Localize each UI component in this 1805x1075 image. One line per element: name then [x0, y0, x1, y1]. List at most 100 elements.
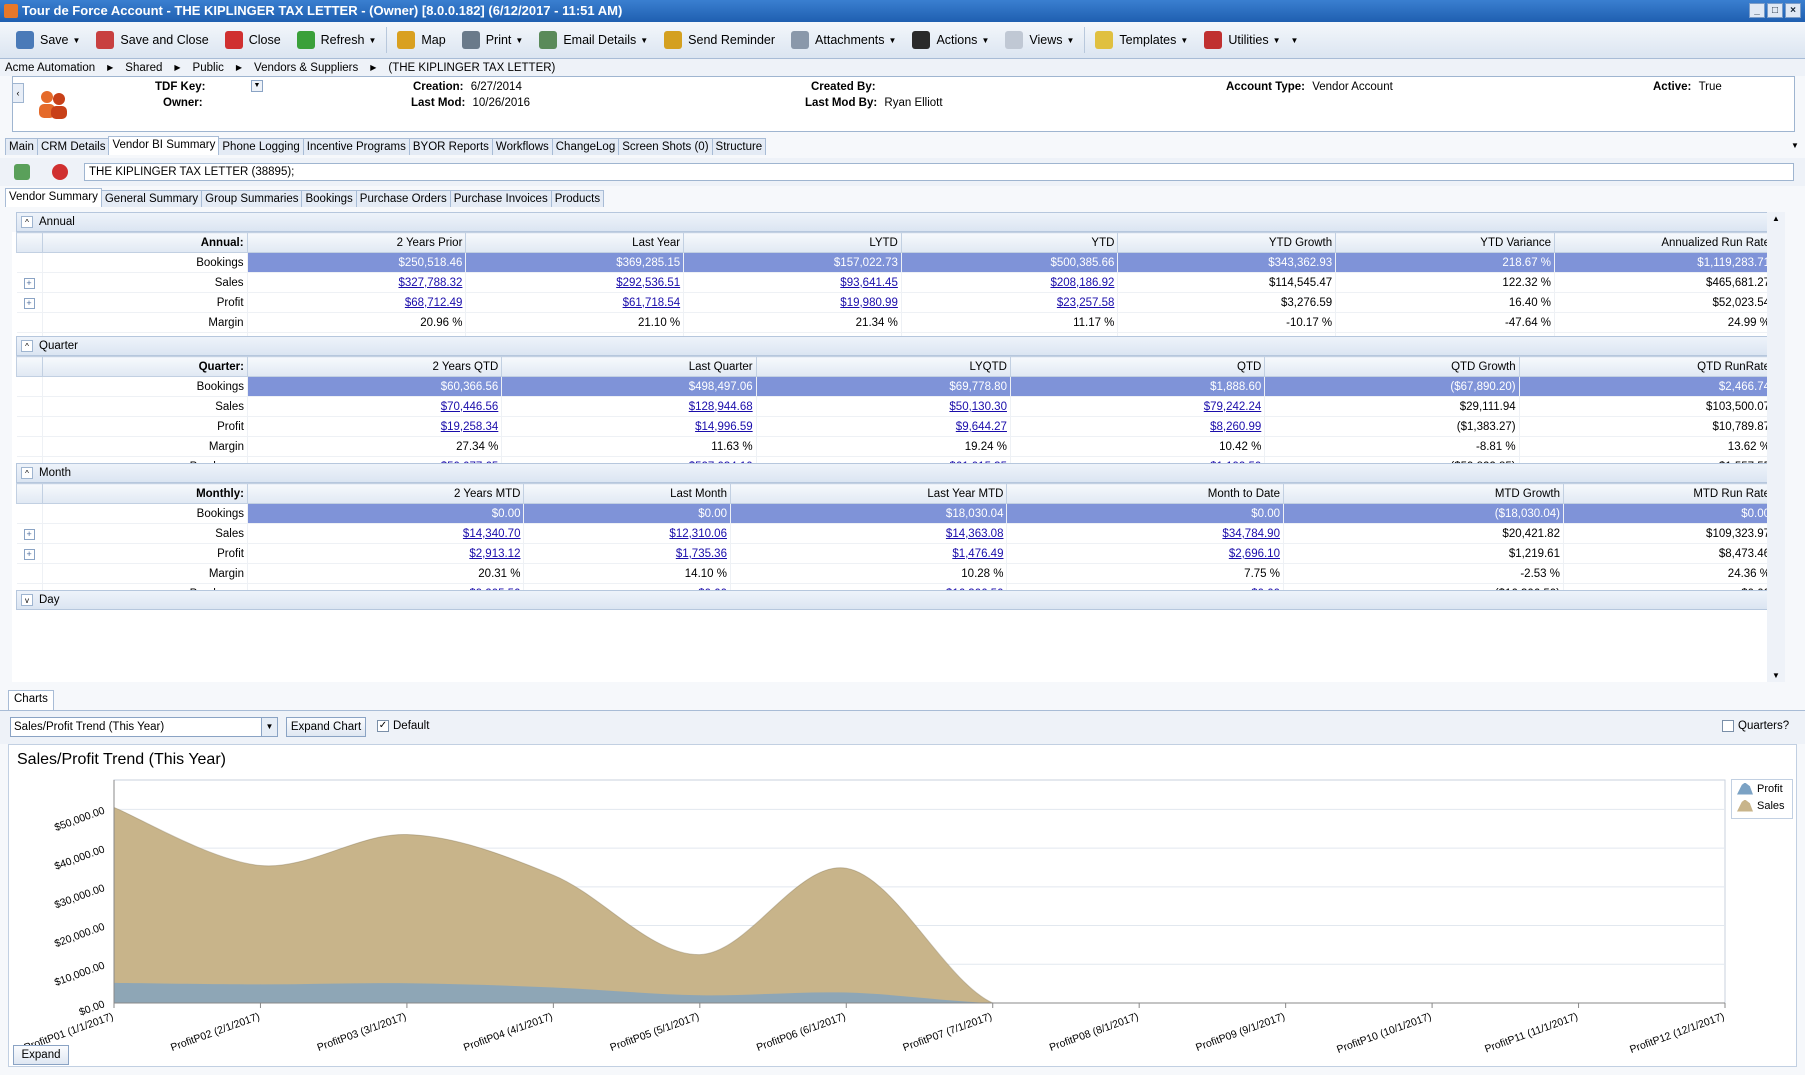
- maximize-button[interactable]: □: [1767, 3, 1783, 18]
- table-cell[interactable]: $2,913.12: [247, 543, 525, 564]
- month-group-header[interactable]: ^ Month: [16, 463, 1774, 483]
- annual-column-header[interactable]: YTD Growth: [1117, 232, 1337, 253]
- table-cell[interactable]: $93,641.45: [683, 272, 902, 293]
- plus-icon[interactable]: +: [23, 297, 35, 309]
- charts-tab[interactable]: Charts: [8, 690, 54, 710]
- chevron-down-icon[interactable]: ▼: [640, 36, 648, 45]
- value-link[interactable]: $93,641.45: [840, 277, 898, 289]
- utilities-button[interactable]: Utilities ▼: [1196, 25, 1288, 55]
- quarters-checkbox[interactable]: Quarters?: [1722, 720, 1789, 732]
- actions-button[interactable]: Actions ▼: [904, 25, 997, 55]
- value-link[interactable]: $2,696.10: [1229, 548, 1280, 560]
- chevron-down-icon[interactable]: ▼: [73, 36, 81, 45]
- subtab-vendor-summary[interactable]: Vendor Summary: [5, 188, 102, 207]
- tab-byor-reports[interactable]: BYOR Reports: [408, 138, 493, 155]
- value-link[interactable]: $327,788.32: [398, 277, 462, 289]
- print-button[interactable]: Print ▼: [454, 25, 532, 55]
- minimize-button[interactable]: _: [1749, 3, 1765, 18]
- clear-icon[interactable]: [52, 164, 68, 180]
- chevron-down-icon[interactable]: ▼: [515, 36, 523, 45]
- attachments-button[interactable]: Attachments ▼: [783, 25, 904, 55]
- table-cell[interactable]: $19,980.99: [683, 292, 902, 313]
- chevron-down-icon[interactable]: ▼: [981, 36, 989, 45]
- value-link[interactable]: $128,944.68: [689, 401, 753, 413]
- value-link[interactable]: $68,712.49: [405, 297, 463, 309]
- close-window-button[interactable]: ×: [1785, 3, 1801, 18]
- chevron-down-icon[interactable]: ▼: [1066, 36, 1074, 45]
- expand-icon[interactable]: v: [21, 594, 33, 606]
- table-row[interactable]: Margin 20.31 % 14.10 % 10.28 % 7.75 % -2.53 %…: [16, 563, 1775, 584]
- table-cell[interactable]: $14,340.70: [247, 523, 525, 544]
- quarter-group-header[interactable]: ^ Quarter: [16, 336, 1774, 356]
- subtab-group-summaries[interactable]: Group Summaries: [201, 190, 303, 207]
- quarter-column-header[interactable]: QTD Growth: [1264, 356, 1520, 377]
- table-cell[interactable]: $1,735.36: [523, 543, 731, 564]
- table-cell[interactable]: $50,130.30: [756, 396, 1011, 417]
- table-cell[interactable]: $2,696.10: [1006, 543, 1284, 564]
- value-link[interactable]: $70,446.56: [441, 401, 499, 413]
- value-link[interactable]: $208,186.92: [1050, 277, 1114, 289]
- value-link[interactable]: $2,913.12: [469, 548, 520, 560]
- tab-main[interactable]: Main: [5, 138, 38, 155]
- month-column-header[interactable]: MTD Run Rate: [1562, 483, 1775, 504]
- map-button[interactable]: Map: [389, 25, 453, 55]
- row-expander[interactable]: +: [16, 523, 43, 544]
- table-row[interactable]: + Profit $2,913.12 $1,735.36 $1,476.49 $2,696…: [16, 543, 1775, 564]
- tabs-overflow-button[interactable]: ▼: [1788, 139, 1802, 153]
- table-row[interactable]: + Sales $327,788.32 $292,536.51 $93,641.45 $2…: [16, 272, 1774, 293]
- table-row[interactable]: Sales $70,446.56 $128,944.68 $50,130.30 $79,…: [16, 396, 1775, 417]
- collapse-icon[interactable]: ^: [21, 216, 33, 228]
- subtab-purchase-invoices[interactable]: Purchase Invoices: [449, 190, 552, 207]
- chevron-down-icon[interactable]: ▼: [261, 718, 277, 736]
- chevron-down-icon[interactable]: ▼: [368, 36, 376, 45]
- annual-group-header[interactable]: ^ Annual: [16, 212, 1774, 232]
- subtab-products[interactable]: Products: [550, 190, 605, 207]
- tab-structure[interactable]: Structure: [711, 138, 767, 155]
- annual-column-header[interactable]: 2 Years Prior: [246, 232, 467, 253]
- table-row[interactable]: + Sales $14,340.70 $12,310.06 $14,363.08 $34,…: [16, 523, 1775, 544]
- table-row[interactable]: Bookings $250,518.46 $369,285.15 $157,022.7…: [16, 252, 1774, 273]
- quarter-column-header[interactable]: 2 Years QTD: [246, 356, 503, 377]
- plus-icon[interactable]: +: [23, 548, 35, 560]
- table-cell[interactable]: $14,996.59: [501, 416, 757, 437]
- breadcrumb-item[interactable]: Shared: [125, 62, 162, 74]
- table-cell[interactable]: $208,186.92: [901, 272, 1119, 293]
- annual-column-header[interactable]: YTD Variance: [1335, 232, 1556, 253]
- chevron-down-icon[interactable]: ▼: [1180, 36, 1188, 45]
- table-cell[interactable]: $327,788.32: [247, 272, 467, 293]
- quarter-column-header[interactable]: QTD: [1009, 356, 1266, 377]
- month-column-header[interactable]: Month to Date: [1006, 483, 1284, 504]
- table-cell[interactable]: $12,310.06: [523, 523, 731, 544]
- value-link[interactable]: $292,536.51: [616, 277, 680, 289]
- tab-screen-shots-0[interactable]: Screen Shots (0): [618, 138, 713, 155]
- filter-icon[interactable]: [14, 164, 30, 180]
- value-link[interactable]: $12,310.06: [669, 528, 727, 540]
- quarter-column-header[interactable]: LYQTD: [755, 356, 1011, 377]
- templates-button[interactable]: Templates ▼: [1087, 25, 1196, 55]
- row-expander[interactable]: +: [16, 272, 43, 293]
- value-link[interactable]: $19,258.34: [441, 421, 499, 433]
- subtab-general-summary[interactable]: General Summary: [100, 190, 203, 207]
- table-cell[interactable]: $9,644.27: [756, 416, 1011, 437]
- send-reminder-button[interactable]: Send Reminder: [656, 25, 783, 55]
- table-cell[interactable]: $8,260.99: [1010, 416, 1266, 437]
- value-link[interactable]: $14,340.70: [463, 528, 521, 540]
- table-row[interactable]: Bookings $0.00 $0.00 $18,030.04 $0.00 ($18,03…: [16, 503, 1775, 524]
- breadcrumb-item[interactable]: Acme Automation: [5, 62, 95, 74]
- breadcrumb-item[interactable]: (THE KIPLINGER TAX LETTER): [388, 62, 555, 74]
- quarter-column-header[interactable]: QTD RunRate: [1518, 356, 1775, 377]
- table-cell[interactable]: $68,712.49: [247, 292, 467, 313]
- table-cell[interactable]: $70,446.56: [247, 396, 503, 417]
- expand-button[interactable]: Expand: [13, 1045, 69, 1065]
- breadcrumb-item[interactable]: Vendors & Suppliers: [254, 62, 358, 74]
- table-cell[interactable]: $23,257.58: [901, 292, 1119, 313]
- row-expander[interactable]: +: [16, 543, 43, 564]
- chart-select[interactable]: Sales/Profit Trend (This Year) ▼: [10, 717, 278, 737]
- save-and-close-button[interactable]: Save and Close: [88, 25, 216, 55]
- views-button[interactable]: Views ▼: [997, 25, 1082, 55]
- table-cell[interactable]: $61,718.54: [465, 292, 685, 313]
- table-cell[interactable]: $292,536.51: [465, 272, 685, 293]
- value-link[interactable]: $9,644.27: [956, 421, 1007, 433]
- collapse-panel-button[interactable]: ‹: [12, 83, 24, 103]
- annual-column-header[interactable]: LYTD: [683, 232, 902, 253]
